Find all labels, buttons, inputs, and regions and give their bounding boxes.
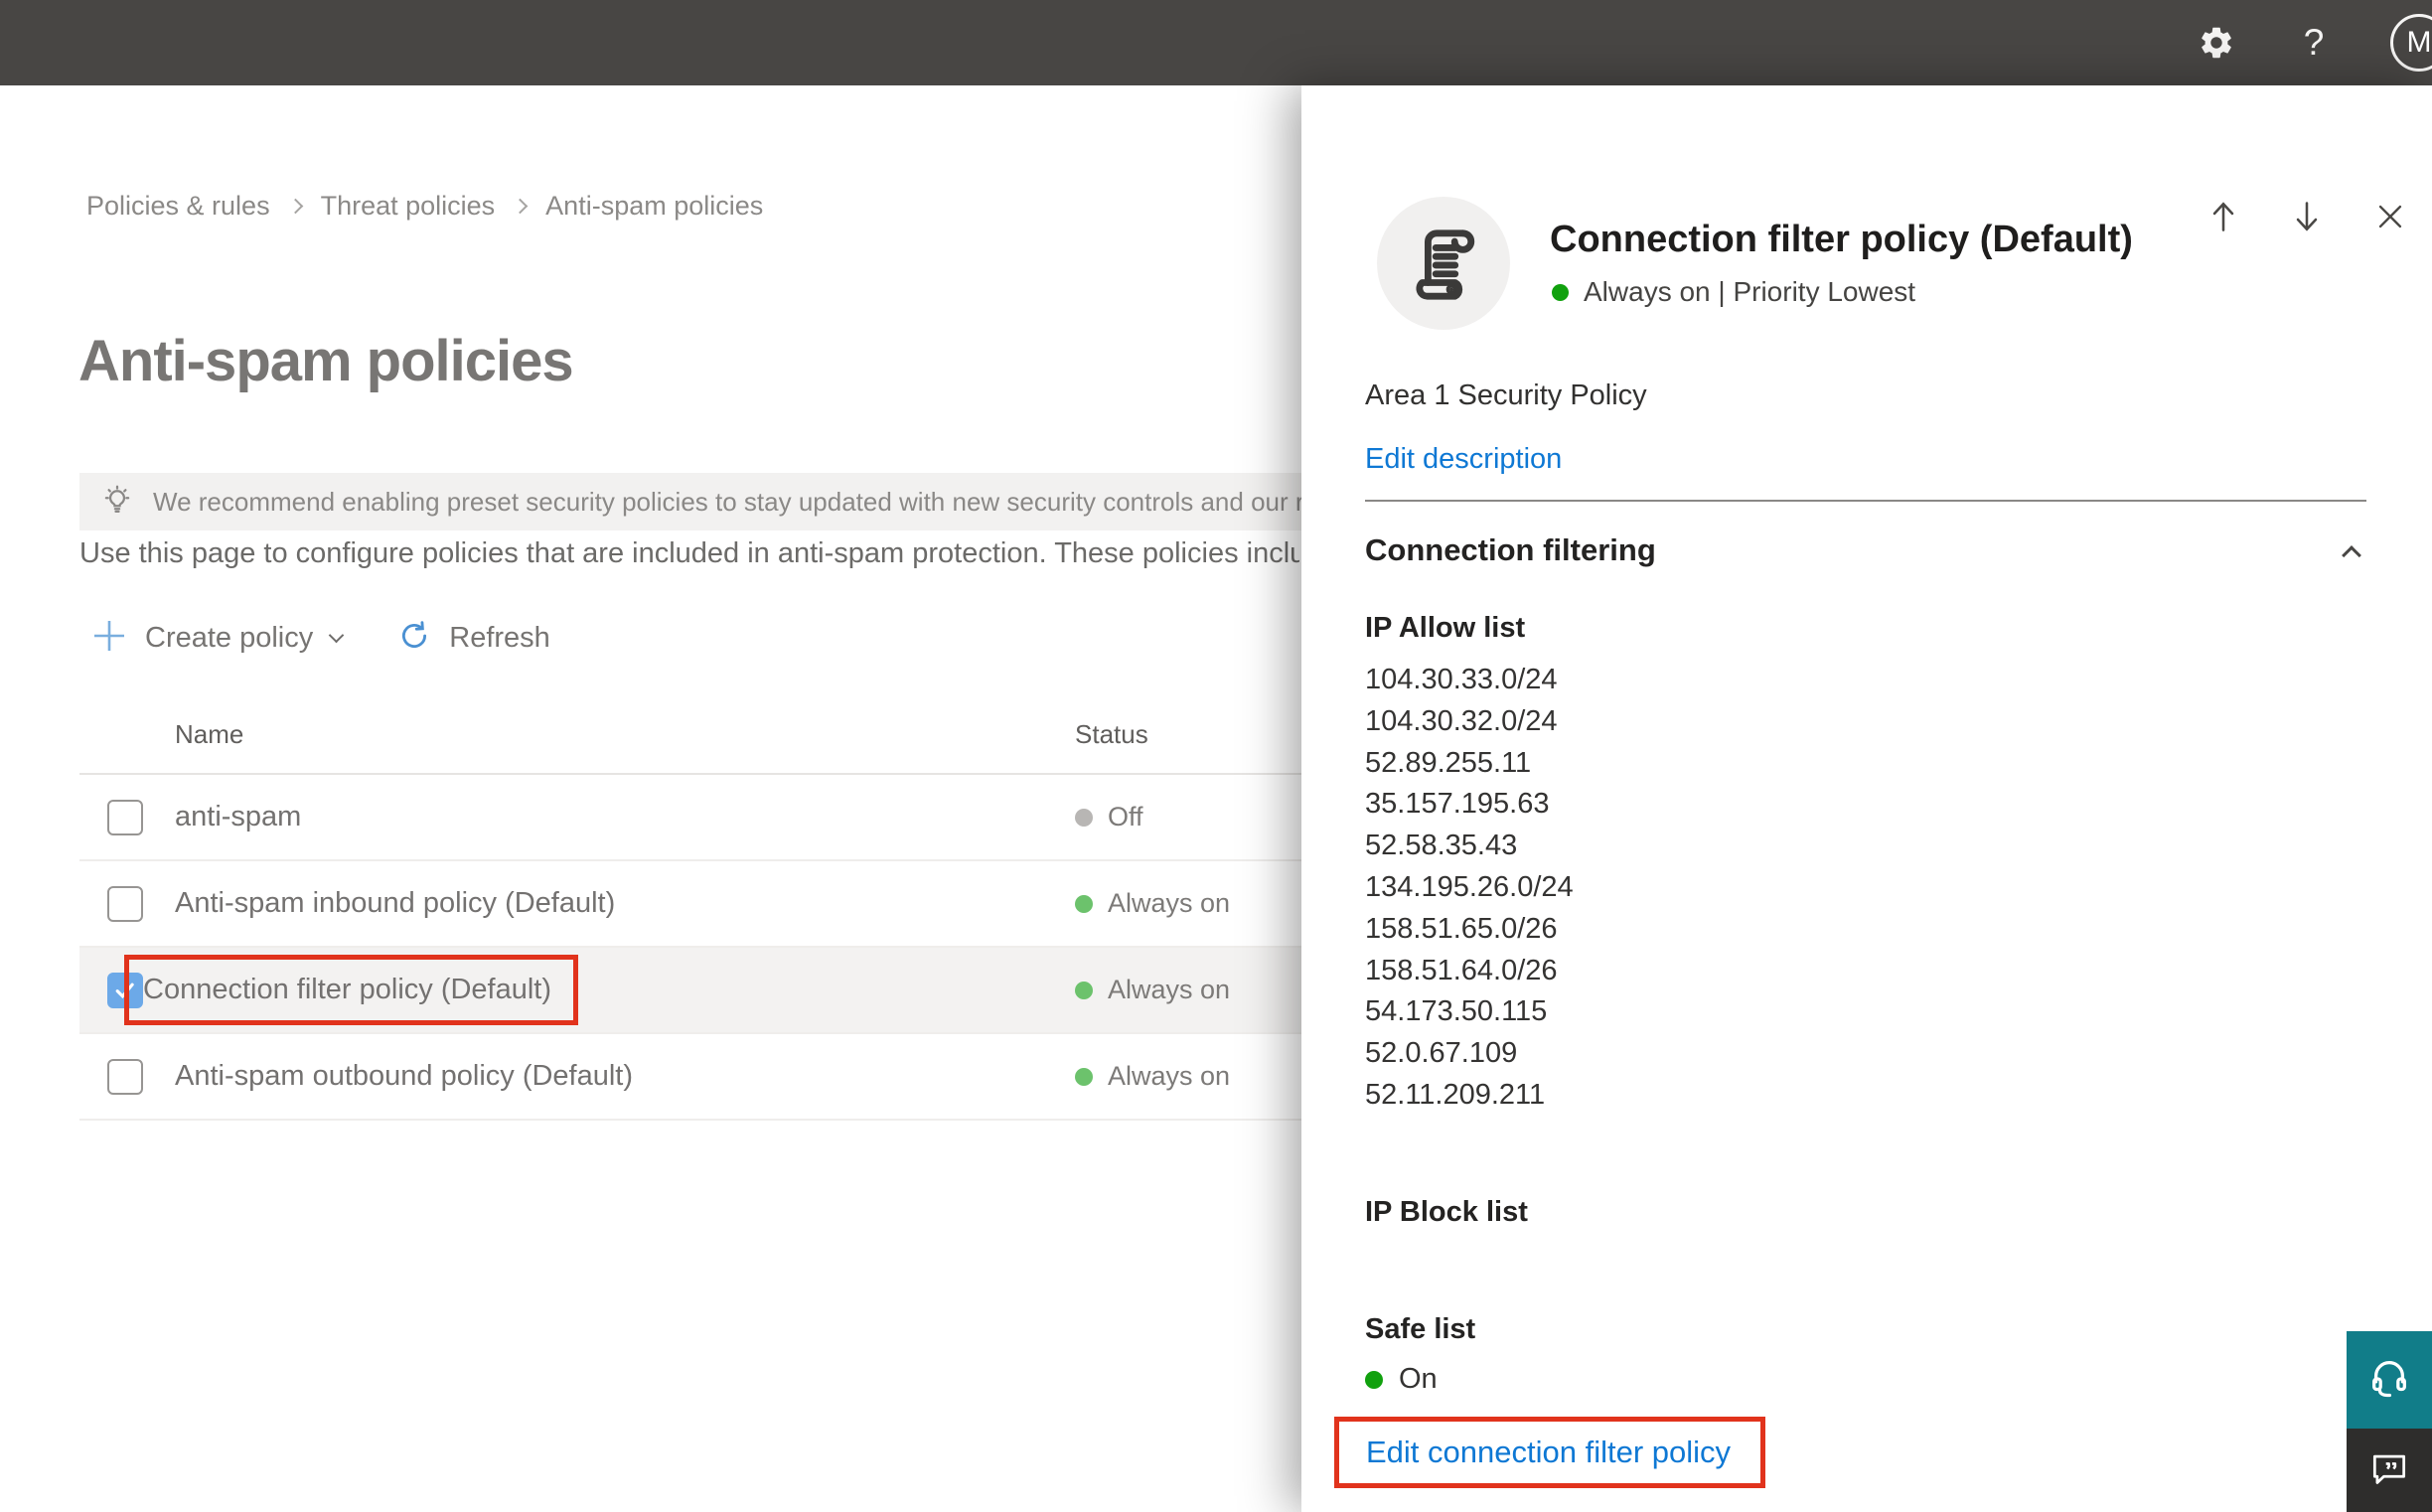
status-label: Always on <box>1108 1061 1231 1091</box>
create-policy-label: Create policy <box>145 621 314 654</box>
flyout-status-line: Always on | Priority Lowest <box>1552 276 1915 308</box>
flyout-nav <box>2204 197 2410 236</box>
ip-block-list-heading: IP Block list <box>1365 1196 1528 1228</box>
connection-filtering-heading: Connection filtering <box>1365 532 1656 567</box>
ip-entry: 52.89.255.11 <box>1365 746 1532 779</box>
policy-details-flyout: Connection filter policy (Default) Alway… <box>1301 85 2432 1512</box>
breadcrumb-policies-rules[interactable]: Policies & rules <box>86 191 270 222</box>
chevron-up-icon <box>2342 545 2361 565</box>
next-item-arrow-down-icon[interactable] <box>2287 197 2327 236</box>
policy-name[interactable]: Anti-spam inbound policy (Default) <box>175 887 615 920</box>
create-policy-button[interactable]: Create policy <box>91 618 345 659</box>
refresh-button[interactable]: Refresh <box>397 619 550 658</box>
toolbar: Create policy Refresh <box>91 612 550 664</box>
status-dot-green <box>1075 1067 1093 1086</box>
table-row-selected[interactable]: Connection filter policy (Default) Alway… <box>79 948 1371 1034</box>
help-icon[interactable]: ? <box>2293 22 2335 64</box>
page-description: Use this page to configure policies that… <box>79 537 1299 569</box>
ip-entry: 158.51.64.0/26 <box>1365 954 1558 986</box>
safe-list-status: On <box>1365 1363 1438 1396</box>
banner-text: We recommend enabling preset security po… <box>153 486 1363 517</box>
feedback-chat-button[interactable] <box>2347 1429 2432 1512</box>
refresh-label: Refresh <box>449 621 550 654</box>
account-avatar[interactable]: M <box>2390 14 2432 72</box>
policy-name[interactable]: Anti-spam outbound policy (Default) <box>175 1060 633 1093</box>
policy-scroll-icon <box>1377 197 1510 330</box>
screen: ? M Policies & rules Threat policies Ant… <box>0 0 2432 1512</box>
table-row[interactable]: Anti-spam outbound policy (Default) Alwa… <box>79 1034 1371 1121</box>
table-row[interactable]: Anti-spam inbound policy (Default) Alway… <box>79 861 1371 948</box>
column-header-status[interactable]: Status <box>1075 719 1148 750</box>
policy-table: Name Status anti-spam Off Anti-spam inbo… <box>79 695 1371 1121</box>
settings-gear-icon[interactable] <box>2196 22 2237 64</box>
ip-entry: 54.173.50.115 <box>1365 995 1548 1028</box>
column-header-name[interactable]: Name <box>175 719 243 750</box>
lightbulb-icon <box>99 482 135 523</box>
avatar-initial: M <box>2406 26 2432 59</box>
ip-entry: 104.30.33.0/24 <box>1365 664 1558 695</box>
ip-allow-list: 104.30.33.0/24 104.30.32.0/24 52.89.255.… <box>1365 660 1574 1117</box>
breadcrumb-threat-policies[interactable]: Threat policies <box>321 191 496 222</box>
ip-entry: 52.58.35.43 <box>1365 830 1518 862</box>
row-checkbox[interactable] <box>107 799 143 835</box>
chevron-right-icon <box>287 198 303 215</box>
status-cell: Always on <box>1075 975 1230 1005</box>
plus-icon <box>91 618 127 659</box>
previous-item-arrow-up-icon[interactable] <box>2204 197 2243 236</box>
breadcrumb: Policies & rules Threat policies Anti-sp… <box>86 191 763 222</box>
policy-name-highlighted[interactable]: Connection filter policy (Default) <box>124 955 579 1025</box>
top-bar: ? M <box>0 0 2432 85</box>
safe-list-status-label: On <box>1399 1363 1438 1395</box>
ip-entry: 52.0.67.109 <box>1365 1037 1518 1070</box>
breadcrumb-anti-spam-policies[interactable]: Anti-spam policies <box>545 191 763 222</box>
status-cell: Always on <box>1075 1061 1230 1092</box>
status-label: Always on <box>1108 975 1231 1004</box>
page-title: Anti-spam policies <box>78 329 574 393</box>
status-label: Always on <box>1108 888 1231 918</box>
status-dot-gray <box>1075 808 1093 827</box>
status-cell: Always on <box>1075 888 1230 919</box>
support-headset-button[interactable] <box>2347 1331 2432 1429</box>
status-dot-green <box>1075 894 1093 913</box>
ip-entry: 52.11.209.211 <box>1365 1078 1546 1111</box>
divider <box>1365 500 2366 502</box>
edit-description-link[interactable]: Edit description <box>1365 443 1562 476</box>
headset-icon <box>2366 1355 2412 1406</box>
flyout-title: Connection filter policy (Default) <box>1550 219 2133 260</box>
row-checkbox[interactable] <box>107 1058 143 1095</box>
chat-bubble-icon <box>2367 1446 2411 1495</box>
chevron-right-icon <box>512 198 529 215</box>
ip-entry: 134.195.26.0/24 <box>1365 870 1574 903</box>
edit-connection-filter-policy-link[interactable]: Edit connection filter policy <box>1366 1435 1731 1470</box>
policy-name[interactable]: anti-spam <box>175 801 301 833</box>
status-dot-green <box>1075 981 1093 999</box>
row-checkbox[interactable] <box>107 885 143 922</box>
refresh-icon <box>397 619 431 658</box>
ip-entry: 104.30.32.0/24 <box>1365 704 1558 737</box>
table-row[interactable]: anti-spam Off <box>79 775 1371 861</box>
collapse-section-button[interactable] <box>2342 540 2361 567</box>
chevron-down-icon <box>328 627 345 643</box>
ip-entry: 35.157.195.63 <box>1365 788 1550 821</box>
status-label: Off <box>1108 802 1143 832</box>
close-icon[interactable] <box>2370 197 2410 236</box>
recommendation-banner: We recommend enabling preset security po… <box>79 473 1363 530</box>
safe-list-heading: Safe list <box>1365 1313 1476 1345</box>
flyout-status-text: Always on | Priority Lowest <box>1584 276 1916 307</box>
status-dot-green <box>1552 283 1569 301</box>
table-header: Name Status <box>79 695 1371 775</box>
status-dot-green <box>1365 1370 1383 1389</box>
ip-allow-list-heading: IP Allow list <box>1365 612 1526 644</box>
status-cell: Off <box>1075 802 1143 832</box>
policy-description: Area 1 Security Policy <box>1365 379 1647 411</box>
edit-policy-highlight-box: Edit connection filter policy <box>1334 1417 1766 1488</box>
ip-entry: 158.51.65.0/26 <box>1365 912 1558 945</box>
